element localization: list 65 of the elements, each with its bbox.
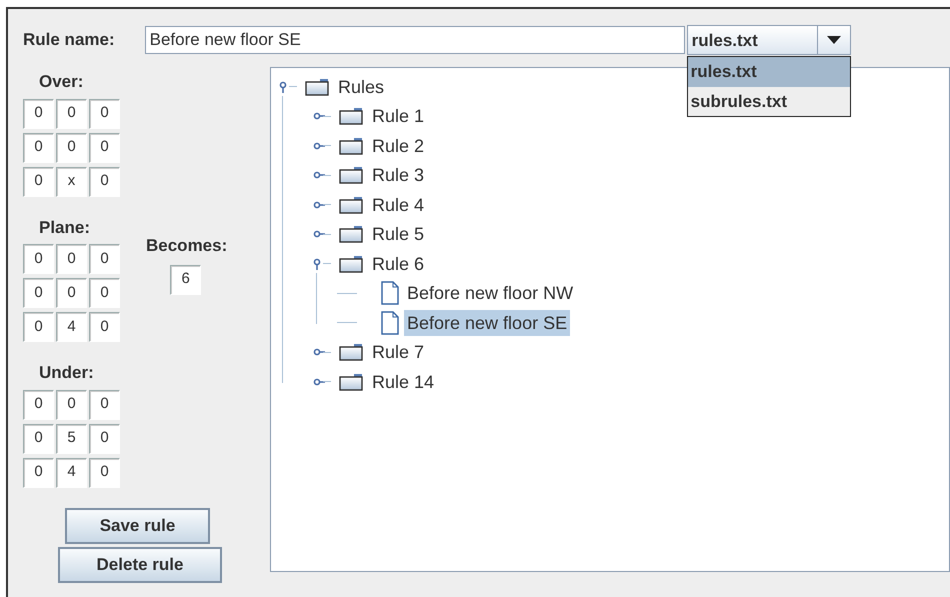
grid-cell-field[interactable]: 0 <box>56 244 87 274</box>
grid-cell-field[interactable]: 4 <box>56 458 87 488</box>
grid-cell-field[interactable]: 0 <box>23 390 54 420</box>
tree-item[interactable]: Rule 3 <box>369 162 428 188</box>
folder-icon <box>339 343 364 362</box>
grid-cell-field[interactable]: 0 <box>89 278 120 308</box>
folder-icon <box>339 254 364 273</box>
grid-cell-field[interactable]: 0 <box>89 244 120 274</box>
grid-cell-field[interactable]: 0 <box>89 424 120 454</box>
folder-icon <box>305 78 330 96</box>
collapsed-handle-icon[interactable] <box>313 140 325 152</box>
grid-cell-field[interactable]: 0 <box>23 458 54 488</box>
grid-cell-field[interactable]: 0 <box>89 390 120 420</box>
tree-item[interactable]: Rule 1 <box>369 103 428 130</box>
collapsed-handle-icon[interactable] <box>313 376 325 388</box>
tree-item[interactable]: Before new floor NW <box>404 280 576 306</box>
grid-label: Under: <box>39 362 94 384</box>
grid-cell-field[interactable]: 0 <box>89 98 120 128</box>
grid-cell-field[interactable]: 0 <box>56 98 87 128</box>
field-label: Rule name: <box>23 29 115 52</box>
grid-cell-field[interactable]: 0 <box>56 278 87 308</box>
grid-cell-field[interactable]: 4 <box>56 312 87 342</box>
grid-cell-field[interactable]: x <box>56 166 87 196</box>
grid-cell-field[interactable]: 0 <box>23 132 54 162</box>
save-rule-button[interactable]: Save rule <box>65 508 210 544</box>
folder-icon <box>339 166 364 184</box>
delete-rule-button[interactable]: Delete rule <box>58 546 222 582</box>
folder-icon <box>339 107 364 126</box>
becomes-field[interactable]: 6 <box>170 264 202 294</box>
grid-cell-field[interactable]: 0 <box>23 98 54 128</box>
tree-item[interactable]: Rule 5 <box>369 221 428 248</box>
tree-item[interactable]: Rule 6 <box>369 250 428 277</box>
dropdown-option[interactable]: subrules.txt <box>688 86 850 116</box>
grid-cell-field[interactable]: 0 <box>89 166 120 196</box>
folder-icon <box>339 372 364 391</box>
tree-item[interactable]: Rules <box>335 74 388 100</box>
file-dropdown[interactable]: rules.txt <box>686 25 851 55</box>
folder-icon <box>339 196 364 214</box>
folder-icon <box>339 136 364 155</box>
tree-item[interactable]: Rule 4 <box>369 192 428 218</box>
tree-item[interactable]: Rule 2 <box>369 132 428 159</box>
rule-name-field[interactable]: Before new floor SE <box>144 26 685 54</box>
grid-cell-field[interactable]: 0 <box>89 458 120 488</box>
grid-cell-field[interactable]: 0 <box>56 132 87 162</box>
tree-item[interactable]: Rule 14 <box>369 368 438 395</box>
caret-icon <box>826 36 841 44</box>
tree-item[interactable]: Rule 7 <box>369 339 428 366</box>
grid-label: Over: <box>39 71 84 93</box>
document-icon <box>381 281 399 306</box>
grid-cell-field[interactable]: 0 <box>23 166 54 196</box>
grid-cell-field[interactable]: 0 <box>89 132 120 162</box>
collapsed-handle-icon[interactable] <box>313 198 325 211</box>
dropdown-option[interactable]: rules.txt <box>688 57 850 86</box>
grid-cell-field[interactable]: 0 <box>23 278 54 308</box>
grid-cell-field[interactable]: 0 <box>23 312 54 342</box>
document-icon <box>381 310 399 335</box>
grid-cell-field[interactable]: 0 <box>23 244 54 274</box>
grid-cell-field[interactable]: 0 <box>23 424 54 454</box>
grid-cell-field[interactable]: 0 <box>89 312 120 342</box>
folder-icon <box>339 225 364 244</box>
becomes-label: Becomes: <box>146 235 228 257</box>
grid-cell-field[interactable]: 5 <box>56 424 87 454</box>
grid-cell-field[interactable]: 0 <box>56 390 87 420</box>
tree-item[interactable]: Before new floor SE <box>404 310 570 336</box>
grid-label: Plane: <box>39 216 90 238</box>
